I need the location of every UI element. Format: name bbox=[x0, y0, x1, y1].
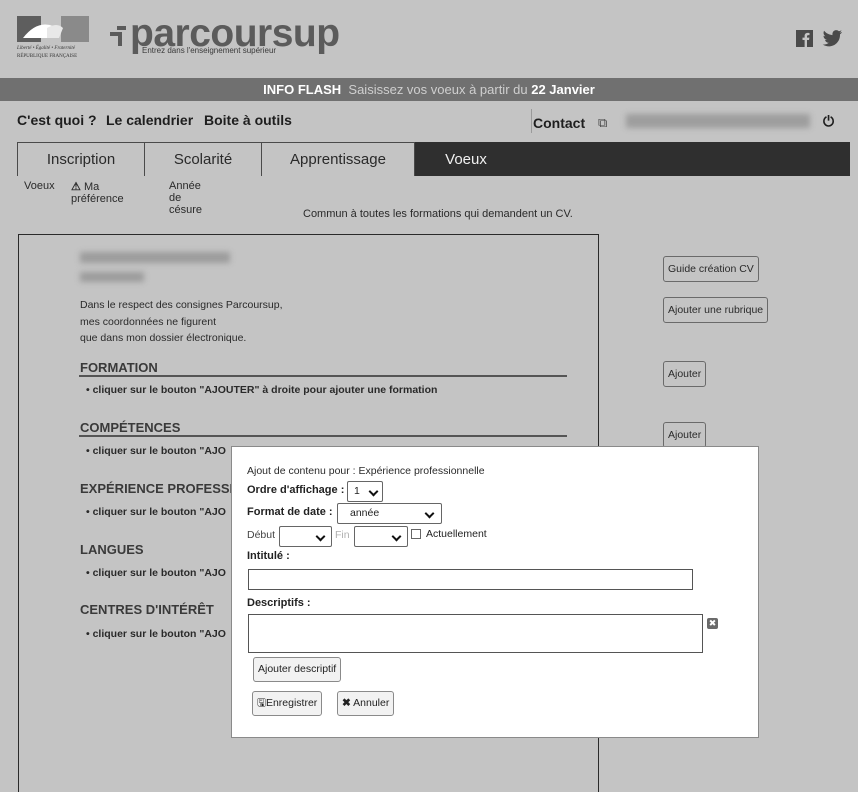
guide-cv-button[interactable]: Guide création CV bbox=[663, 256, 759, 282]
section-hint-experience: • cliquer sur le bouton "AJO bbox=[86, 506, 226, 518]
section-hint-langues: • cliquer sur le bouton "AJO bbox=[86, 567, 226, 579]
subnav-annee-cesure[interactable]: Année de césure bbox=[169, 180, 202, 216]
nav-divider bbox=[531, 109, 532, 133]
warning-icon: ⚠ bbox=[71, 181, 81, 193]
marianne-logo: Liberté • Égalité • Fraternité RÉPUBLIQU… bbox=[17, 16, 89, 59]
svg-text:Liberté • Égalité • Fraternité: Liberté • Égalité • Fraternité bbox=[17, 45, 76, 51]
save-button[interactable]: 🖫Enregistrer bbox=[252, 691, 323, 716]
add-content-dialog: Ajout de contenu pour : Expérience profe… bbox=[231, 446, 759, 738]
redacted-detail bbox=[80, 272, 144, 282]
description-textarea[interactable] bbox=[248, 614, 703, 653]
order-select[interactable]: 1 bbox=[347, 481, 383, 502]
order-label: Ordre d'affichage : bbox=[247, 484, 345, 496]
power-icon[interactable]: ⏻ bbox=[823, 113, 834, 130]
twitter-icon[interactable] bbox=[822, 30, 842, 47]
tab-bar-fill bbox=[517, 142, 850, 176]
privacy-note: Dans le respect des consignes Parcoursup… bbox=[80, 299, 283, 344]
nav-contact[interactable]: Contact bbox=[533, 115, 585, 131]
parcoursup-mark-icon bbox=[110, 26, 126, 46]
flash-label: INFO FLASH bbox=[263, 82, 342, 97]
title-label: Intitulé : bbox=[247, 550, 290, 562]
add-competence-button[interactable]: Ajouter bbox=[663, 422, 707, 448]
nav-boite-outils[interactable]: Boite à outils bbox=[204, 112, 292, 128]
order-value: 1 bbox=[354, 485, 360, 497]
subnav-ma-preference[interactable]: ⚠ Ma préférence bbox=[71, 180, 124, 205]
add-description-button[interactable]: Ajouter descriptif bbox=[253, 657, 342, 682]
flash-message: Saisissez vos voeux à partir du bbox=[348, 82, 528, 97]
site-header: Liberté • Égalité • Fraternité RÉPUBLIQU… bbox=[0, 0, 858, 78]
start-label: Début bbox=[247, 529, 276, 541]
info-flash-banner: INFO FLASH Saisissez vos voeux à partir … bbox=[0, 78, 858, 101]
section-hint-competences: • cliquer sur le bouton "AJO bbox=[86, 445, 226, 457]
chevron-down-icon bbox=[315, 531, 326, 542]
chevron-down-icon bbox=[368, 486, 379, 497]
close-icon: ✖ bbox=[342, 697, 351, 709]
cancel-button[interactable]: ✖ Annuler bbox=[337, 691, 395, 716]
section-title-langues: LANGUES bbox=[80, 542, 144, 557]
end-label: Fin bbox=[335, 529, 350, 541]
section-title-experience: EXPÉRIENCE PROFESSI bbox=[80, 481, 234, 496]
section-rule bbox=[79, 375, 567, 377]
nav-cest-quoi[interactable]: C'est quoi ? bbox=[17, 112, 97, 128]
subnav-voeux[interactable]: Voeux bbox=[24, 180, 55, 192]
date-format-label: Format de date : bbox=[247, 506, 333, 518]
copy-icon[interactable]: ⧉ bbox=[598, 115, 607, 131]
section-title-competences: COMPÉTENCES bbox=[80, 420, 181, 435]
date-format-value: année bbox=[350, 507, 380, 519]
section-hint-formation: • cliquer sur le bouton "AJOUTER" à droi… bbox=[86, 384, 438, 396]
currently-checkbox[interactable] bbox=[411, 529, 421, 539]
delete-description-icon[interactable]: ✖ bbox=[707, 618, 718, 629]
date-format-select[interactable]: année bbox=[337, 503, 442, 524]
add-section-button[interactable]: Ajouter une rubrique bbox=[663, 297, 769, 323]
svg-text:RÉPUBLIQUE FRANÇAISE: RÉPUBLIQUE FRANÇAISE bbox=[17, 53, 77, 59]
title-input[interactable] bbox=[248, 569, 693, 590]
tab-inscription[interactable]: Inscription bbox=[17, 142, 145, 176]
tab-apprentissage[interactable]: Apprentissage bbox=[261, 142, 415, 176]
descriptions-label: Descriptifs : bbox=[247, 597, 311, 609]
dialog-heading: Ajout de contenu pour : Expérience profe… bbox=[247, 465, 485, 477]
floppy-disk-icon: 🖫 bbox=[257, 697, 266, 709]
chevron-down-icon bbox=[391, 531, 402, 542]
nav-calendrier[interactable]: Le calendrier bbox=[106, 112, 193, 128]
flash-date: 22 Janvier bbox=[531, 82, 595, 97]
add-formation-button[interactable]: Ajouter bbox=[663, 361, 707, 387]
start-select[interactable] bbox=[279, 526, 332, 547]
user-name-redacted bbox=[626, 114, 810, 128]
section-rule bbox=[79, 435, 567, 437]
section-hint-centres-interet: • cliquer sur le bouton "AJO bbox=[86, 628, 226, 640]
end-select[interactable] bbox=[354, 526, 408, 547]
facebook-icon[interactable] bbox=[796, 30, 813, 47]
currently-label: Actuellement bbox=[426, 528, 487, 540]
chevron-down-icon bbox=[424, 508, 435, 519]
tab-scolarite[interactable]: Scolarité bbox=[144, 142, 262, 176]
section-title-formation: FORMATION bbox=[80, 360, 158, 375]
common-note: Commun à toutes les formations qui deman… bbox=[303, 208, 573, 220]
section-title-centres-interet: CENTRES D'INTÉRÊT bbox=[80, 602, 214, 617]
tab-voeux[interactable]: Voeux bbox=[415, 142, 517, 176]
redacted-name bbox=[80, 252, 230, 263]
logo-tagline: Entrez dans l'enseignement supérieur bbox=[142, 46, 277, 55]
